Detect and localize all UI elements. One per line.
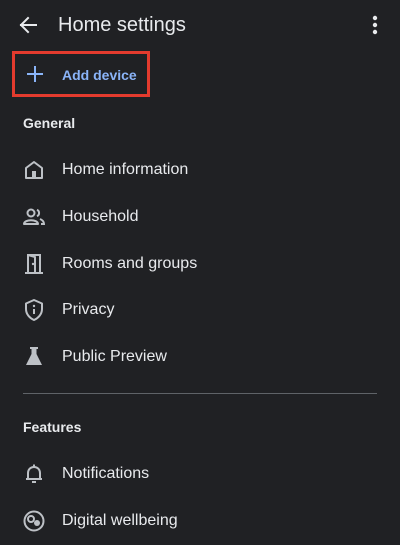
arrow-back-icon <box>18 15 38 35</box>
home-icon <box>22 158 46 182</box>
door-icon <box>22 252 46 276</box>
settings-item-label: Household <box>62 208 139 225</box>
settings-item-label: Digital wellbeing <box>62 512 178 529</box>
section-header-general: General <box>23 115 76 131</box>
plus-icon <box>26 65 44 83</box>
section-divider <box>23 393 377 394</box>
more-vertical-icon <box>372 15 378 35</box>
settings-item-rooms-and-groups[interactable]: Rooms and groups <box>0 240 400 286</box>
settings-item-home-information[interactable]: Home information <box>0 146 400 192</box>
settings-item-label: Public Preview <box>62 348 167 365</box>
bell-icon <box>22 462 46 486</box>
page-title: Home settings <box>58 14 186 36</box>
shield-info-icon <box>22 298 46 322</box>
settings-item-public-preview[interactable]: Public Preview <box>0 333 400 379</box>
more-options-button[interactable] <box>362 11 388 39</box>
add-device-label: Add device <box>62 67 137 83</box>
settings-item-label: Notifications <box>62 465 150 482</box>
add-device-button[interactable]: Add device <box>12 51 150 97</box>
section-header-features: Features <box>23 419 82 435</box>
flask-icon <box>22 345 46 369</box>
settings-item-notifications[interactable]: Notifications <box>0 450 400 496</box>
back-button[interactable] <box>14 11 42 39</box>
digital-wellbeing-icon <box>22 509 46 533</box>
settings-item-household[interactable]: Household <box>0 193 400 239</box>
top-app-bar: Home settings <box>0 0 400 50</box>
settings-item-digital-wellbeing[interactable]: Digital wellbeing <box>0 497 400 543</box>
settings-item-label: Privacy <box>62 301 115 318</box>
settings-item-label: Rooms and groups <box>62 255 198 272</box>
settings-item-label: Home information <box>62 161 189 178</box>
settings-item-privacy[interactable]: Privacy <box>0 286 400 332</box>
people-icon <box>22 205 46 229</box>
